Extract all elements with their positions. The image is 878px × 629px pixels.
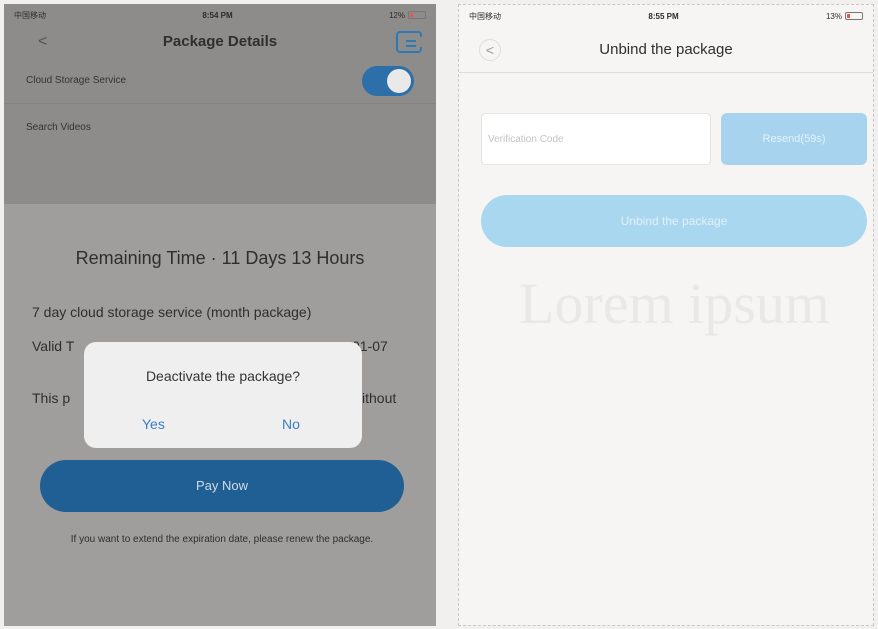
carrier-label: 中国移动	[14, 10, 46, 20]
renew-note: If you want to extend the expiration dat…	[70, 534, 374, 545]
nav-bar: < Package Details	[4, 26, 436, 58]
cloud-storage-toggle[interactable]	[362, 65, 414, 96]
unbind-package-button[interactable]: Unbind the package	[481, 195, 867, 247]
pay-now-button[interactable]: Pay Now	[40, 460, 404, 512]
battery-indicator: 13%	[826, 12, 863, 21]
time-label: 8:54 PM	[202, 10, 233, 20]
remaining-time: Remaining Time · 11 Days 13 Hours	[75, 248, 365, 268]
dialog-yes-button[interactable]: Yes	[142, 416, 165, 432]
unbind-package-screen: Lorem ipsum 中国移动 8:55 PM 13% < Unbind th…	[458, 4, 874, 626]
battery-icon	[408, 11, 426, 20]
verification-code-input[interactable]	[481, 113, 711, 165]
carrier-label: 中国移动	[469, 11, 501, 21]
battery-indicator: 12%	[389, 11, 426, 20]
battery-label: 12%	[388, 10, 405, 20]
validity-prefix: Valid T	[32, 338, 75, 354]
background-watermark: Lorem ipsum	[519, 271, 830, 336]
info-text-suffix: ithout	[362, 390, 397, 406]
deactivate-dialog: Deactivate the package? Yes No	[84, 342, 362, 448]
time-label: 8:55 PM	[648, 11, 679, 21]
cloud-storage-label: Cloud Storage Service	[26, 75, 127, 86]
back-button[interactable]: <	[479, 39, 501, 61]
cloud-storage-row: Cloud Storage Service	[4, 58, 436, 104]
dialog-no-button[interactable]: No	[282, 416, 300, 432]
package-name: 7 day cloud storage service (month packa…	[32, 304, 312, 320]
back-button[interactable]: <	[38, 26, 47, 58]
unbind-exit-icon[interactable]	[396, 31, 422, 53]
status-bar: 中国移动 8:55 PM 13%	[459, 5, 873, 27]
search-videos-row[interactable]: Search Videos	[4, 104, 436, 150]
info-text-prefix: This p	[32, 390, 71, 406]
status-bar: 中国移动 8:54 PM 12%	[4, 4, 436, 26]
page-title: Unbind the package	[599, 41, 733, 58]
package-details-screen: 中国移动 8:54 PM 12% < Package Details Cloud…	[4, 4, 436, 626]
dialog-question: Deactivate the package?	[145, 368, 301, 384]
resend-code-button[interactable]: Resend(59s)	[721, 113, 867, 165]
nav-bar: < Unbind the package	[459, 27, 873, 73]
page-title: Package Details	[162, 33, 278, 50]
search-videos-label: Search Videos	[26, 121, 91, 133]
battery-icon	[845, 12, 863, 21]
battery-label: 13%	[825, 11, 842, 21]
